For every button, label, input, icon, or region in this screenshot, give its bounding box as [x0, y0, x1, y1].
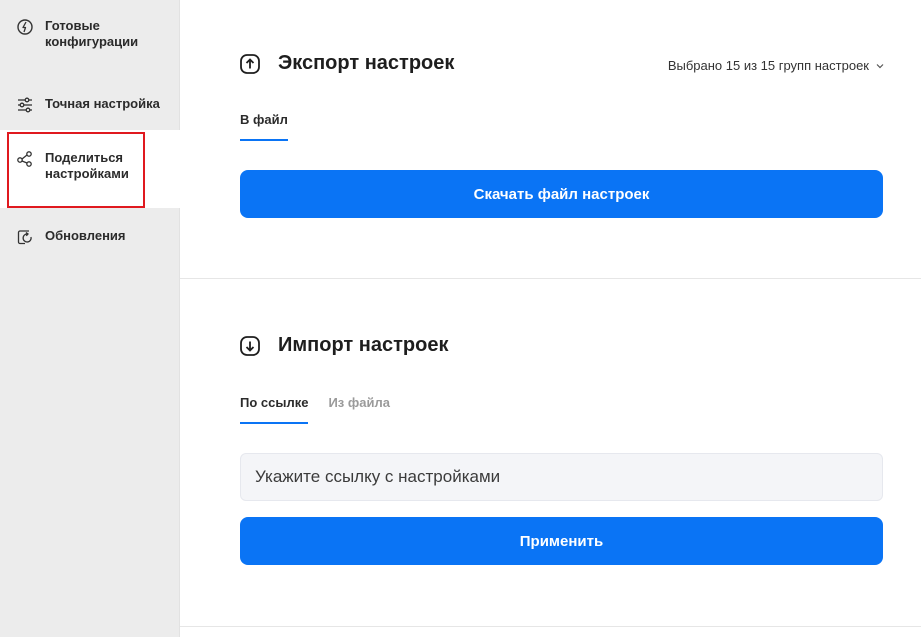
- import-tabs: По ссылке Из файла: [240, 395, 410, 424]
- main-content: Экспорт настроек Выбрано 15 из 15 групп …: [180, 0, 921, 637]
- sidebar-item-label: Поделиться настройками: [45, 150, 129, 181]
- download-settings-button[interactable]: Скачать файл настроек: [240, 170, 883, 218]
- sliders-icon: [18, 97, 32, 113]
- import-section: Импорт настроек По ссылке Из файла Приме…: [180, 279, 921, 627]
- chevron-down-icon: [876, 63, 884, 68]
- sidebar-item-ready-configs[interactable]: Готовые конфигурации: [0, 18, 180, 66]
- settings-groups-label: Выбрано 15 из 15 групп настроек: [667, 58, 869, 73]
- app-window: Готовые конфигурации Точная настройка По…: [0, 0, 921, 637]
- sidebar-item-label: Готовые конфигурации: [45, 18, 139, 49]
- settings-url-input[interactable]: [240, 453, 883, 501]
- sidebar-item-fine-tuning[interactable]: Точная настройка: [0, 96, 180, 116]
- apply-button[interactable]: Применить: [240, 517, 883, 565]
- tab-to-file[interactable]: В файл: [240, 112, 288, 141]
- sidebar-item-updates[interactable]: Обновления: [0, 228, 180, 248]
- import-header: Импорт настроек: [240, 334, 448, 357]
- arrow-up-circle-icon: [240, 53, 260, 74]
- tab-by-link[interactable]: По ссылке: [240, 395, 309, 424]
- share-icon: [17, 151, 32, 167]
- ready-config-icon: [17, 19, 33, 35]
- tab-from-file[interactable]: Из файла: [328, 395, 390, 424]
- sidebar-item-share-settings[interactable]: Поделиться настройками: [0, 130, 180, 208]
- import-title: Импорт настроек: [278, 334, 449, 356]
- sidebar: Готовые конфигурации Точная настройка По…: [0, 0, 180, 637]
- export-title: Экспорт настроек: [278, 52, 455, 74]
- sidebar-item-label: Точная настройка: [45, 96, 160, 111]
- export-section: Экспорт настроек Выбрано 15 из 15 групп …: [180, 0, 921, 279]
- arrow-down-circle-icon: [240, 335, 260, 356]
- update-icon: [17, 230, 32, 245]
- sidebar-item-label: Обновления: [45, 228, 126, 243]
- export-tabs: В файл: [240, 112, 308, 141]
- settings-groups-dropdown[interactable]: Выбрано 15 из 15 групп настроек: [668, 58, 885, 73]
- export-header: Экспорт настроек: [240, 52, 454, 75]
